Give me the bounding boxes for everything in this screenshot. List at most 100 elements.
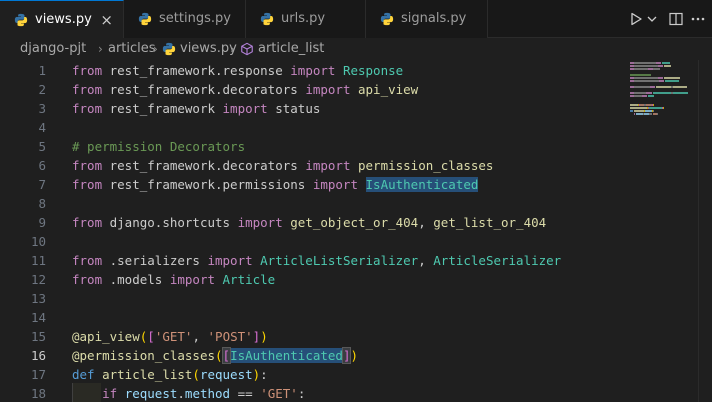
minimap-token [633,110,645,112]
code-token: IsAuthenticated [230,348,343,363]
code-token: ( [215,348,223,363]
code-token: rest_framework.decorators [102,158,306,173]
minimap-token [653,68,660,70]
breadcrumb: django-pjt › articles › views.py › artic… [0,38,712,60]
code-token: , [418,215,434,230]
minimap[interactable] [628,60,698,402]
minimap-token [657,77,664,79]
python-file-icon [162,42,176,56]
minimap-token [633,65,658,67]
code-token: rest_framework.response [102,63,291,78]
vertical-scrollbar[interactable] [698,60,712,402]
code-token: import [305,158,351,173]
minimap-token [630,104,639,106]
line-number: 8 [38,196,46,211]
code-token: # permission Decorators [72,139,246,154]
chevron-down-icon[interactable] [646,11,658,27]
line-number: 3 [38,101,46,116]
python-file-icon [14,13,28,27]
breadcrumb-folder-articles[interactable]: articles [108,38,156,60]
code-token: permission_classes [358,158,494,173]
code-token: api_view [79,329,140,344]
line-number: 5 [38,139,46,154]
minimap-token [630,110,633,112]
line-number: 4 [38,120,46,135]
line-number: 12 [30,272,46,287]
minimap-token [630,74,651,76]
line-number: 14 [30,310,46,325]
code-token: import [222,101,268,116]
minimap-token [633,113,636,115]
code-token: get_object_or_404 [290,215,419,230]
minimap-token [665,80,679,82]
code-line: from rest_framework.permissions import I… [72,175,479,194]
split-editor-icon[interactable] [668,11,684,27]
code-token: import [305,82,351,97]
tab-settings-py[interactable]: settings.py [124,0,246,38]
code-token: [ [147,329,155,344]
code-token: from [72,101,103,116]
tab-views-py[interactable]: views.py × [0,0,124,39]
code-line: from rest_framework.decorators import ap… [72,80,418,99]
code-line: def article_list(request): [72,365,268,384]
code-editor[interactable]: 1 2 3 4 5 6 7 8 9 10 11 12 13 14 15 16 17 18 from rest_fr… [0,60,624,402]
minimap-token [673,86,687,88]
code-token: import [312,177,358,192]
minimap-token [673,92,689,94]
code-token: 'POST' [207,329,253,344]
code-area[interactable]: from rest_framework.response import Resp… [72,60,624,402]
editor-window: views.py × settings.py urls.py signals.p… [0,0,712,402]
minimap-token [633,62,657,64]
line-number: 2 [38,82,46,97]
code-token: from [72,272,103,287]
code-token: @ [72,348,80,363]
minimap-token [662,62,670,64]
breadcrumb-folder-django-pjt[interactable]: django-pjt [20,38,86,60]
minimap-token [633,86,650,88]
close-tab-icon[interactable]: × [100,1,113,39]
minimap-token [633,80,659,82]
line-number: 7 [38,177,46,192]
code-token: .models [102,272,170,287]
code-line: from django.shortcuts import get_object_… [72,213,546,232]
code-line: from rest_framework import status [72,99,320,118]
more-actions-icon[interactable] [690,11,706,27]
breadcrumb-separator: › [98,42,103,56]
breadcrumb-symbol[interactable]: article_list [258,38,324,60]
function-symbol-icon [241,42,253,56]
minimap-token [633,77,658,79]
line-number: 1 [38,63,46,78]
code-token: api_view [358,82,419,97]
minimap-token [664,65,672,67]
code-token: rest_framework [102,101,223,116]
code-token: def [72,367,95,382]
minimap-token [648,95,655,97]
code-token: 'GET' [260,386,298,401]
code-token: == [230,386,261,401]
code-token: import [207,253,253,268]
tab-signals-py[interactable]: signals.py [366,0,488,38]
code-token: : [260,367,268,382]
code-token: ArticleListSerializer [260,253,419,268]
tab-label: urls.py [281,11,326,26]
code-token: article_list [102,367,193,382]
breadcrumb-file[interactable]: views.py [180,38,237,60]
line-number: 17 [30,367,46,382]
run-play-icon[interactable] [628,11,644,27]
code-line: from .serializers import ArticleListSeri… [72,251,561,270]
code-token: permission_classes [79,348,215,363]
tab-label: views.py [35,12,92,27]
minimap-token [652,104,654,106]
minimap-token [656,86,672,88]
tab-urls-py[interactable]: urls.py [246,0,366,38]
minimap-token [633,95,642,97]
code-line: @permission_classes([IsAuthenticated]) [72,346,358,365]
minimap-token [633,68,648,70]
